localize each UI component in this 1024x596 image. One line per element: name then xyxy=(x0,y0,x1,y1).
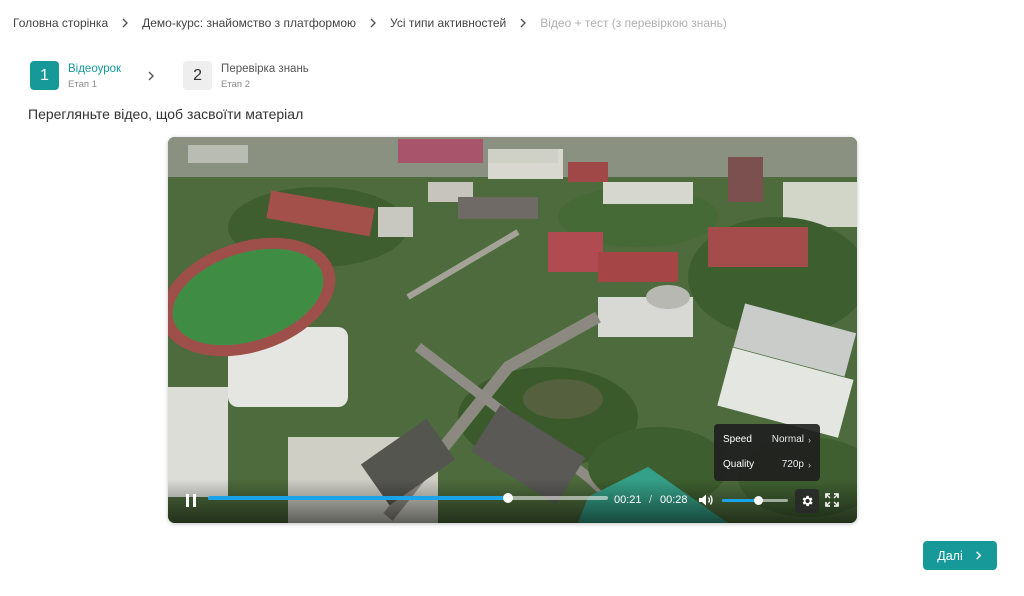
progress-fill xyxy=(208,496,508,500)
volume-fill xyxy=(722,499,759,502)
volume-icon[interactable] xyxy=(698,493,714,507)
progress-handle[interactable] xyxy=(503,493,513,503)
time-separator: / xyxy=(649,494,653,506)
quality-option[interactable]: Quality 720p › xyxy=(714,452,820,477)
gear-icon xyxy=(802,495,813,507)
breadcrumb-course[interactable]: Демо-курс: знайомство з платформою xyxy=(142,16,356,30)
breadcrumb: Головна сторінка Демо-курс: знайомство з… xyxy=(13,14,727,32)
next-button-label: Далі xyxy=(937,548,963,563)
next-button[interactable]: Далі xyxy=(923,541,997,570)
speed-value: Normal xyxy=(771,434,804,445)
chevron-right-icon: › xyxy=(808,459,811,470)
video-player[interactable]: 00:21 / 00:28 Speed Normal › Quality 720… xyxy=(168,137,857,523)
progress-bar[interactable] xyxy=(208,493,608,503)
chevron-right-icon xyxy=(356,18,390,28)
chevron-right-icon xyxy=(975,551,982,560)
step-number: 1 xyxy=(30,61,59,90)
speed-option[interactable]: Speed Normal › xyxy=(714,427,820,452)
step-navigation: 1 Відеоурок Етап 1 2 Перевірка знань Ета… xyxy=(30,61,309,90)
chevron-right-icon xyxy=(506,18,540,28)
duration: 00:28 xyxy=(660,494,688,506)
step-title: Відеоурок xyxy=(68,62,122,75)
chevron-right-icon: › xyxy=(808,434,811,445)
pause-button[interactable] xyxy=(185,494,197,507)
step-number: 2 xyxy=(183,61,213,90)
instruction-text: Перегляньте відео, щоб засвоїти матеріал xyxy=(28,106,304,122)
breadcrumb-home[interactable]: Головна сторінка xyxy=(13,16,108,30)
settings-button[interactable] xyxy=(795,489,819,513)
settings-menu: Speed Normal › Quality 720p › xyxy=(714,424,820,481)
quality-label: Quality xyxy=(723,459,755,470)
breadcrumb-current: Відео + тест (з перевіркою знань) xyxy=(540,16,727,30)
volume-slider[interactable] xyxy=(722,496,788,505)
step-knowledge-check[interactable]: 2 Перевірка знань Етап 2 xyxy=(183,61,309,90)
step-subtitle: Етап 1 xyxy=(68,78,97,90)
chevron-right-icon xyxy=(121,71,181,81)
step-video-lesson[interactable]: 1 Відеоурок Етап 1 xyxy=(30,61,121,90)
step-title: Перевірка знань xyxy=(221,62,309,75)
fullscreen-icon xyxy=(825,493,839,507)
breadcrumb-activities[interactable]: Усі типи активностей xyxy=(390,16,506,30)
quality-value: 720p xyxy=(781,459,804,470)
chevron-right-icon xyxy=(108,18,142,28)
speed-label: Speed xyxy=(723,434,752,445)
fullscreen-button[interactable] xyxy=(825,493,839,507)
current-time: 00:21 xyxy=(614,494,642,506)
step-subtitle: Етап 2 xyxy=(221,78,250,90)
